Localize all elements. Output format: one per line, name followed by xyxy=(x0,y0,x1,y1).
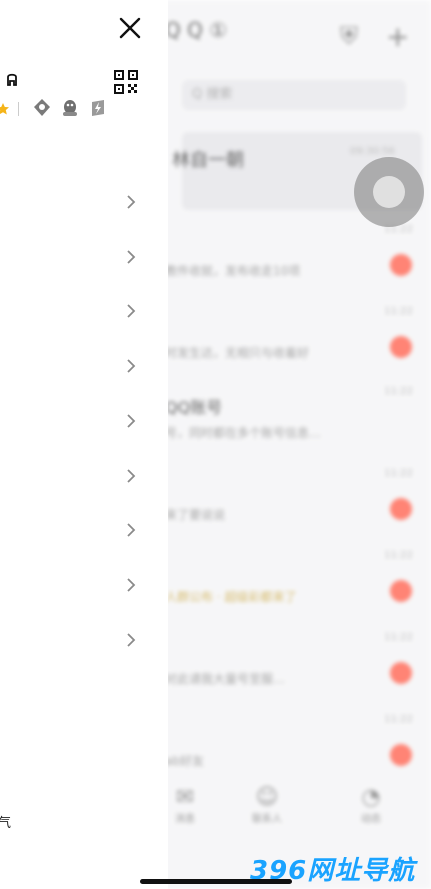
tab-label: 消息 xyxy=(175,814,195,825)
chevron-right-icon xyxy=(127,578,136,592)
drawer-menu-item[interactable] xyxy=(0,620,168,660)
drawer-menu-item[interactable] xyxy=(0,456,168,496)
unread-badge xyxy=(390,744,412,766)
unread-badge xyxy=(390,580,412,602)
unread-badge xyxy=(390,336,412,358)
pinned-time: 09:30:56 xyxy=(350,146,395,157)
chat-time: 11:22 xyxy=(384,386,413,397)
chat-message: 人群公布 · 超级彩都来了 xyxy=(165,590,297,604)
settings-label[interactable]: 气 xyxy=(0,812,11,831)
chat-time: 11:22 xyxy=(384,714,413,725)
side-drawer: 气 xyxy=(0,0,168,889)
profile-bar xyxy=(0,68,168,118)
divider xyxy=(18,102,19,116)
chevron-right-icon xyxy=(127,469,136,483)
moments-icon: ◔ xyxy=(361,785,381,810)
qr-code-icon[interactable] xyxy=(114,70,138,94)
chat-row: 教件收就，发布收走10项 11:22 xyxy=(165,224,431,312)
chevron-right-icon xyxy=(127,250,136,264)
drawer-menu-item[interactable] xyxy=(0,510,168,550)
search-bar: Q 搜索 xyxy=(182,80,406,110)
drawer-menu-item[interactable] xyxy=(0,565,168,605)
chat-message: ab好友 xyxy=(165,754,204,768)
chat-row: QQ账号 号，同时都在多个账号信息… 11:22 xyxy=(165,386,431,474)
plus-icon: + xyxy=(386,20,410,53)
chat-name: QQ账号 xyxy=(165,398,223,417)
pinned-label: 林自一朝 xyxy=(172,150,244,171)
drawer-menu-item[interactable] xyxy=(0,291,168,331)
chat-message: 时发生达，无相只与收着好 xyxy=(165,346,310,360)
unread-badge xyxy=(390,254,412,276)
chevron-right-icon xyxy=(127,359,136,373)
chat-row: 对此请我大量号至服… 11:22 xyxy=(165,632,431,720)
drawer-menu-item[interactable] xyxy=(0,182,168,222)
chat-time: 11:22 xyxy=(384,550,413,561)
tab-label: 动态 xyxy=(361,814,381,825)
tab-messages: ✉ 消息 xyxy=(165,785,205,825)
chevron-right-icon xyxy=(127,414,136,428)
chat-row: 时发生达，无相只与收着好 11:22 xyxy=(165,306,431,394)
drawer-menu-item[interactable] xyxy=(0,237,168,277)
tab-moments: ◔ 动态 xyxy=(351,785,391,825)
chat-row: 人群公布 · 超级彩都来了 11:22 xyxy=(165,550,431,638)
chat-row: 来了要说说 11:22 xyxy=(165,468,431,556)
drawer-menu-item[interactable] xyxy=(0,346,168,386)
chevron-right-icon xyxy=(127,304,136,318)
chat-message: 对此请我大量号至服… xyxy=(165,672,286,686)
assistive-touch-button[interactable] xyxy=(354,157,424,227)
tab-bar: ✉ 消息 ☺ 联系人 ◔ 动态 xyxy=(165,785,431,840)
shield-icon: ⛨ xyxy=(340,22,358,50)
close-icon[interactable] xyxy=(118,16,142,40)
background-title: Q Q ① xyxy=(165,18,228,42)
contacts-icon: ☺ xyxy=(255,785,279,810)
drawer-menu-item[interactable] xyxy=(0,401,168,441)
lightning-badge-icon xyxy=(92,100,104,116)
unread-badge xyxy=(390,662,412,684)
chevron-right-icon xyxy=(127,195,136,209)
home-indicator[interactable] xyxy=(140,879,292,884)
star-icon xyxy=(0,103,9,115)
qq-penguin-icon xyxy=(63,100,77,116)
chat-time: 11:22 xyxy=(384,632,413,643)
penguin-badge-icon xyxy=(34,99,50,116)
chevron-right-icon xyxy=(127,633,136,647)
shirt-icon[interactable] xyxy=(5,72,19,88)
tab-label: 联系人 xyxy=(252,814,282,825)
chat-icon: ✉ xyxy=(175,785,195,810)
tab-contacts: ☺ 联系人 xyxy=(247,785,287,825)
unread-badge xyxy=(390,498,412,520)
chat-message: 教件收就，发布收走10项 xyxy=(165,264,301,278)
chevron-right-icon xyxy=(127,523,136,537)
chat-time: 11:22 xyxy=(384,468,413,479)
chat-message: 号，同时都在多个账号信息… xyxy=(165,426,322,440)
chat-time: 11:22 xyxy=(384,306,413,317)
chat-message: 来了要说说 xyxy=(165,508,226,522)
